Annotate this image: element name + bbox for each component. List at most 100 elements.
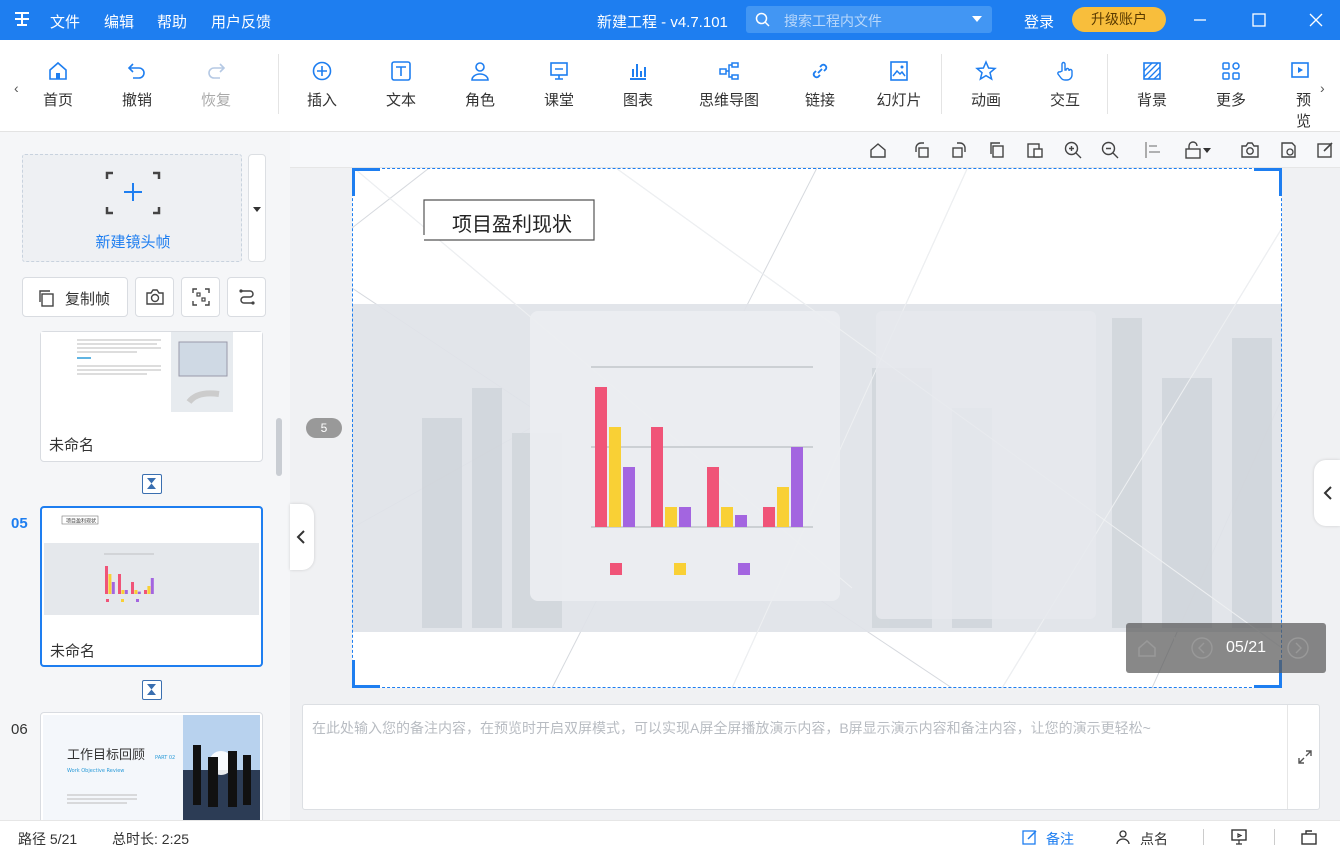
thumb-title-text: 项目盈利现状 xyxy=(66,518,96,525)
thumb-title-text: 工作目标回顾 xyxy=(67,748,145,763)
slide-canvas[interactable]: 项目盈利现状 xyxy=(352,168,1282,688)
login-link[interactable]: 登录 xyxy=(1024,11,1054,32)
text-button[interactable]: 文本 xyxy=(369,60,433,110)
undo-button[interactable]: 撤销 xyxy=(105,60,169,110)
chevron-down-icon[interactable] xyxy=(972,16,982,22)
chart-bar[interactable] xyxy=(707,467,719,527)
slideshow-button[interactable]: 幻灯片 xyxy=(867,60,931,110)
presenter-screen-icon[interactable] xyxy=(1230,828,1248,846)
caret-down-icon[interactable] xyxy=(1203,148,1211,153)
snapshot-button[interactable] xyxy=(135,277,174,317)
thumb-chart-bar xyxy=(131,582,134,594)
collapse-right-panel-button[interactable] xyxy=(1314,460,1340,526)
path-order-badge[interactable]: 5 xyxy=(306,418,342,438)
total-duration: 总时长: 2:25 xyxy=(112,831,190,847)
unlock-icon[interactable] xyxy=(1183,140,1203,160)
share-icon[interactable] xyxy=(1300,828,1320,846)
insert-button[interactable]: 插入 xyxy=(290,60,354,110)
chart-bar[interactable] xyxy=(651,427,663,527)
next-page-icon[interactable] xyxy=(1286,636,1310,660)
person-icon xyxy=(471,62,489,81)
chart-bar[interactable] xyxy=(777,487,789,527)
transition-icon[interactable] xyxy=(142,680,162,700)
copy-frame-button[interactable]: 复制帧 xyxy=(22,277,128,317)
classroom-button[interactable]: 课堂 xyxy=(527,60,591,110)
toolbar-scroll-left-icon[interactable]: ‹ xyxy=(14,80,19,96)
selection-handle[interactable] xyxy=(352,660,380,688)
collapse-left-panel-button[interactable] xyxy=(290,504,314,570)
scan-button[interactable] xyxy=(181,277,220,317)
menu-help[interactable]: 帮助 xyxy=(157,11,187,32)
maximize-icon[interactable] xyxy=(1249,10,1269,30)
transition-icon[interactable] xyxy=(142,474,162,494)
slide-title[interactable]: 项目盈利现状 xyxy=(452,212,572,236)
chart-bar[interactable] xyxy=(623,467,635,527)
scan-frame-icon xyxy=(192,288,210,306)
chart-bar[interactable] xyxy=(595,387,607,527)
notes-textarea[interactable]: 在此处输入您的备注内容，在预览时开启双屏模式，可以实现A屏全屏播放演示内容，B屏… xyxy=(302,704,1320,810)
redo-button[interactable]: 恢复 xyxy=(184,60,248,110)
new-frame-dropdown[interactable] xyxy=(248,154,266,262)
background-button[interactable]: 背景 xyxy=(1120,60,1184,110)
zoom-out-icon[interactable] xyxy=(1100,140,1120,160)
upgrade-button[interactable]: 升级账户 xyxy=(1072,7,1166,32)
expand-notes-button[interactable] xyxy=(1287,705,1321,809)
frame-number: 05 xyxy=(11,515,28,532)
paste-icon[interactable] xyxy=(1025,140,1045,160)
search-input[interactable]: 搜索工程内文件 xyxy=(746,6,992,33)
new-frame-button[interactable]: 新建镜头帧 xyxy=(22,154,242,262)
frame-list-scrollbar[interactable] xyxy=(276,418,282,476)
notes-placeholder: 在此处输入您的备注内容，在预览时开启双屏模式，可以实现A屏全屏播放演示内容，B屏… xyxy=(312,720,1151,736)
edit-icon[interactable] xyxy=(1315,140,1335,160)
animation-button[interactable]: 动画 xyxy=(954,60,1018,110)
selection-handle[interactable] xyxy=(1254,168,1282,196)
home-icon xyxy=(49,61,67,80)
camera-icon[interactable] xyxy=(1240,140,1260,160)
home-button[interactable]: 首页 xyxy=(26,60,90,110)
app-logo-icon xyxy=(15,12,29,26)
preview-button[interactable]: 预览 xyxy=(1278,60,1314,131)
classroom-label: 课堂 xyxy=(543,92,574,109)
interaction-button[interactable]: 交互 xyxy=(1033,60,1097,110)
link-button[interactable]: 链接 xyxy=(788,60,852,110)
copy-icon[interactable] xyxy=(987,140,1007,160)
frame-card-06[interactable]: 工作目标回顾 PART 02 Work Objective Review xyxy=(40,712,263,820)
frame-thumbnail xyxy=(41,332,262,422)
route-icon xyxy=(239,289,255,305)
home-icon[interactable] xyxy=(868,140,888,160)
frame-caption: 未命名 xyxy=(49,437,95,454)
zoom-in-icon[interactable] xyxy=(1063,140,1083,160)
copy-frame-label: 复制帧 xyxy=(65,291,111,308)
frame-thumbnail: 项目盈利现状 xyxy=(44,510,259,628)
close-icon[interactable] xyxy=(1306,10,1326,30)
home-icon[interactable] xyxy=(1136,637,1158,659)
chart-bar[interactable] xyxy=(679,507,691,527)
chart-bar[interactable] xyxy=(763,507,775,527)
chart-bar[interactable] xyxy=(791,447,803,527)
minimize-icon[interactable] xyxy=(1190,10,1210,30)
path-button[interactable] xyxy=(227,277,266,317)
chart-bar[interactable] xyxy=(665,507,677,527)
role-button[interactable]: 角色 xyxy=(448,60,512,110)
more-button[interactable]: 更多 xyxy=(1199,60,1263,110)
frame-card-04[interactable]: 未命名 xyxy=(40,331,263,462)
export-icon[interactable] xyxy=(1278,140,1298,160)
rotate-left-icon[interactable] xyxy=(912,140,932,160)
menu-feedback[interactable]: 用户反馈 xyxy=(211,11,271,32)
prev-page-icon[interactable] xyxy=(1190,636,1214,660)
rotate-right-icon[interactable] xyxy=(949,140,969,160)
preview-label: 预览 xyxy=(1296,92,1312,130)
selection-handle[interactable] xyxy=(352,168,380,196)
chart-button[interactable]: 图表 xyxy=(606,60,670,110)
chart-bar[interactable] xyxy=(609,427,621,527)
toolbar-scroll-right-icon[interactable]: › xyxy=(1320,80,1325,96)
menu-file[interactable]: 文件 xyxy=(50,11,80,32)
chart-bar[interactable] xyxy=(721,507,733,527)
mindmap-button[interactable]: 思维导图 xyxy=(697,60,761,110)
chart-bar[interactable] xyxy=(735,515,747,527)
align-left-icon[interactable] xyxy=(1143,140,1163,160)
menu-edit[interactable]: 编辑 xyxy=(104,11,134,32)
frame-card-05[interactable]: 项目盈利现状 未命名 xyxy=(40,506,263,667)
undo-icon xyxy=(127,63,145,79)
link-icon xyxy=(812,63,828,79)
